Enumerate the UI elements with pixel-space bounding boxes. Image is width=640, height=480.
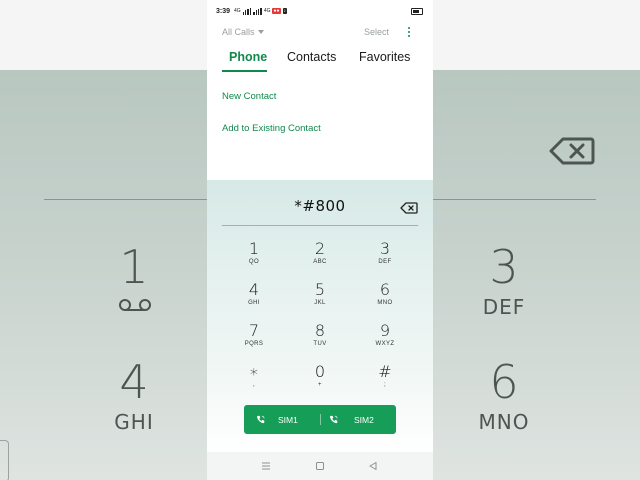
background-edge-handle bbox=[0, 440, 9, 480]
backspace-icon[interactable] bbox=[400, 202, 418, 214]
key-letters: GHI bbox=[248, 300, 260, 306]
key-digit: 7 bbox=[248, 321, 260, 340]
notification-badge-icon: ●● bbox=[272, 8, 281, 14]
key-digit: 4 bbox=[248, 280, 260, 299]
key-letters: , bbox=[252, 382, 256, 388]
key-digit: 2 bbox=[314, 239, 326, 258]
key-letters: + bbox=[318, 382, 322, 388]
background-letters-6: MNO bbox=[478, 410, 530, 434]
signal-icon bbox=[242, 7, 252, 15]
key-digit: 9 bbox=[379, 321, 391, 340]
dial-key-star[interactable]: ∗ , bbox=[229, 363, 279, 389]
key-letters: QO bbox=[248, 259, 260, 265]
background-backspace-icon bbox=[549, 137, 595, 165]
dialpad: *#800 1 QO 2 ABC 3 DEF 4 GHI 5 JKL 6 MNO… bbox=[207, 180, 433, 452]
sim1-label: SIM1 bbox=[278, 414, 298, 425]
key-letters: DEF bbox=[378, 259, 392, 265]
key-letters: JKL bbox=[314, 300, 326, 306]
key-digit: 8 bbox=[314, 321, 326, 340]
background-letters-3: DEF bbox=[482, 295, 526, 319]
sim2-label: SIM2 bbox=[354, 414, 374, 425]
tiktok-icon: ♪ bbox=[282, 8, 288, 14]
battery-icon bbox=[411, 8, 423, 15]
key-letters: PQRS bbox=[244, 341, 264, 347]
new-contact-link[interactable]: New Contact bbox=[222, 91, 276, 102]
status-bar: 3:39 4G 4G ●● ♪ bbox=[207, 0, 433, 22]
tab-active-indicator bbox=[222, 70, 267, 72]
call-sim1-button[interactable]: SIM1 bbox=[256, 405, 318, 434]
key-digit: # bbox=[378, 362, 392, 381]
phone-call-icon bbox=[330, 415, 338, 424]
menu-icon[interactable] bbox=[260, 460, 272, 472]
key-digit: 1 bbox=[248, 239, 260, 258]
tab-favorites[interactable]: Favorites bbox=[359, 50, 410, 64]
dial-key-1[interactable]: 1 QO bbox=[229, 240, 279, 266]
network-type-left: 4G bbox=[234, 8, 241, 14]
dial-key-9[interactable]: 9 WXYZ bbox=[360, 322, 410, 348]
dialer-divider bbox=[222, 225, 418, 226]
background-digit-1: 1 bbox=[119, 240, 149, 294]
key-digit: 6 bbox=[379, 280, 391, 299]
main-tabs: Phone Contacts Favorites bbox=[207, 48, 433, 72]
dial-key-7[interactable]: 7 PQRS bbox=[229, 322, 279, 348]
background-digit-4: 4 bbox=[119, 355, 149, 409]
call-log-toolbar: All Calls Select bbox=[207, 24, 433, 40]
signal-icon-2 bbox=[253, 7, 262, 15]
sim-divider bbox=[320, 414, 321, 425]
tab-contacts[interactable]: Contacts bbox=[287, 50, 336, 64]
system-nav-bar bbox=[207, 452, 433, 480]
status-time: 3:39 bbox=[216, 7, 231, 15]
key-letters: TUV bbox=[313, 341, 327, 347]
phone-call-icon bbox=[257, 415, 265, 424]
background-letters-4: GHI bbox=[114, 410, 154, 434]
signal-group: 4G 4G ●● ♪ bbox=[234, 7, 288, 15]
home-icon[interactable] bbox=[314, 460, 326, 472]
back-icon[interactable] bbox=[367, 460, 379, 472]
dial-key-8[interactable]: 8 TUV bbox=[295, 322, 345, 348]
key-digit: 0 bbox=[314, 362, 326, 381]
key-letters: WXYZ bbox=[375, 341, 395, 347]
call-filter-label: All Calls bbox=[222, 27, 255, 37]
dial-key-4[interactable]: 4 GHI bbox=[229, 281, 279, 307]
key-digit: 5 bbox=[314, 280, 326, 299]
add-existing-contact-link[interactable]: Add to Existing Contact bbox=[222, 123, 321, 134]
key-letters: ABC bbox=[313, 259, 327, 265]
key-letters: MNO bbox=[377, 300, 393, 306]
key-digit: ∗ bbox=[248, 362, 259, 381]
dial-key-2[interactable]: 2 ABC bbox=[295, 240, 345, 266]
dial-key-5[interactable]: 5 JKL bbox=[295, 281, 345, 307]
background-digit-6: 6 bbox=[489, 355, 519, 409]
background-digit-3: 3 bbox=[489, 240, 519, 294]
select-button[interactable]: Select bbox=[364, 27, 389, 37]
call-filter-dropdown[interactable]: All Calls bbox=[222, 27, 264, 37]
more-vertical-icon[interactable] bbox=[405, 26, 413, 38]
phone-screen: 3:39 4G 4G ●● ♪ All Calls Select Phone C… bbox=[207, 0, 433, 480]
background-voicemail-icon bbox=[119, 299, 151, 311]
key-letters: ; bbox=[383, 382, 387, 388]
dial-key-3[interactable]: 3 DEF bbox=[360, 240, 410, 266]
caret-down-icon bbox=[257, 30, 264, 34]
key-digit: 3 bbox=[379, 239, 391, 258]
sim-call-bar: SIM1 SIM2 bbox=[244, 405, 396, 434]
network-type-right: 4G bbox=[263, 8, 271, 14]
dial-key-hash[interactable]: # ; bbox=[360, 363, 410, 389]
dial-key-0[interactable]: 0 + bbox=[295, 363, 345, 389]
dial-key-6[interactable]: 6 MNO bbox=[360, 281, 410, 307]
tab-phone[interactable]: Phone bbox=[229, 50, 267, 64]
call-sim2-button[interactable]: SIM2 bbox=[329, 405, 391, 434]
